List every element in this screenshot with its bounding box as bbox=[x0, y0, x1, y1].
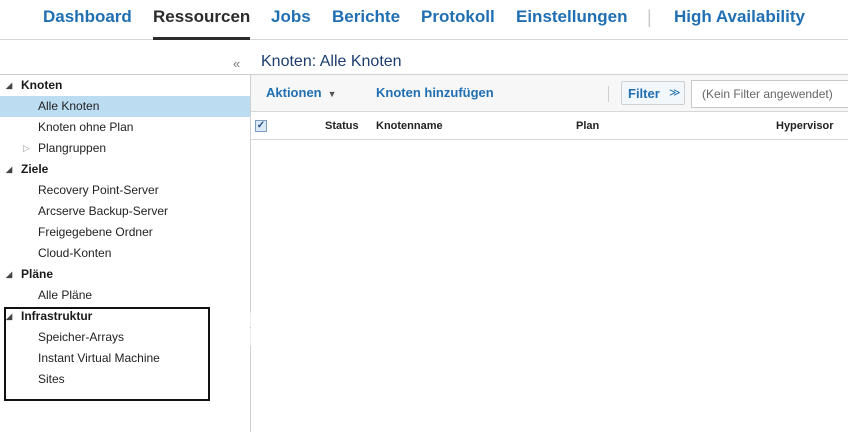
page-title: Knoten: Alle Knoten bbox=[261, 53, 402, 70]
tab-jobs[interactable]: Jobs bbox=[271, 6, 311, 28]
tree-group-label: Pläne bbox=[21, 267, 54, 281]
nav-separator: | bbox=[647, 7, 652, 27]
tab-einstellungen[interactable]: Einstellungen bbox=[516, 6, 627, 28]
column-header-knotenname[interactable]: Knotenname bbox=[376, 120, 443, 132]
sidebar-item-label: Alle Pläne bbox=[38, 288, 93, 302]
expanded-triangle-icon[interactable]: ◢ bbox=[6, 75, 12, 96]
sidebar-item-cloud-konten[interactable]: Cloud-Konten bbox=[0, 243, 250, 264]
add-nodes-button[interactable]: Knoten hinzufügen bbox=[376, 85, 494, 100]
sidebar-item-label: Sites bbox=[38, 372, 65, 386]
sidebar-item-label: Freigegebene Ordner bbox=[38, 225, 153, 239]
tree-group-infrastruktur[interactable]: ◢ Infrastruktur bbox=[0, 306, 250, 327]
sidebar-item-freigegebene-ordner[interactable]: Freigegebene Ordner bbox=[0, 222, 250, 243]
actions-menu-label: Aktionen bbox=[266, 85, 322, 100]
toolbar-divider bbox=[608, 86, 609, 102]
sidebar-item-label: Alle Knoten bbox=[38, 99, 100, 113]
sidebar-item-arcserve-backup-server[interactable]: Arcserve Backup-Server bbox=[0, 201, 250, 222]
toolbar: Aktionen ▼ Knoten hinzufügen Filter ≫ bbox=[251, 74, 848, 112]
collapsed-triangle-icon[interactable]: ▷ bbox=[23, 138, 30, 159]
tab-high-availability[interactable]: High Availability bbox=[674, 6, 805, 28]
sidebar-item-label: Speicher-Arrays bbox=[38, 330, 125, 344]
sidebar-item-recovery-point-server[interactable]: Recovery Point-Server bbox=[0, 180, 250, 201]
top-navigation: Dashboard Ressourcen Jobs Berichte Proto… bbox=[0, 0, 848, 40]
column-header-plan[interactable]: Plan bbox=[576, 120, 599, 132]
sidebar-item-label: Recovery Point-Server bbox=[38, 183, 159, 197]
grid-body bbox=[251, 141, 848, 432]
tab-ressourcen[interactable]: Ressourcen bbox=[153, 6, 251, 40]
tab-protokoll[interactable]: Protokoll bbox=[421, 6, 495, 28]
sidebar-item-instant-virtual-machine[interactable]: Instant Virtual Machine bbox=[0, 348, 250, 369]
expanded-triangle-icon[interactable]: ◢ bbox=[6, 159, 12, 180]
column-header-hypervisor[interactable]: Hypervisor bbox=[776, 120, 833, 132]
sidebar-item-plangruppen[interactable]: ▷ Plangruppen bbox=[0, 138, 250, 159]
filter-input[interactable] bbox=[691, 80, 848, 108]
filter-button[interactable]: Filter ≫ bbox=[621, 81, 685, 105]
grid-header: ✓ Status Knotenname Plan Hypervisor bbox=[251, 113, 848, 140]
sidebar-tree: ◢ Knoten Alle Knoten Knoten ohne Plan ▷ … bbox=[0, 74, 251, 432]
tree-group-plaene[interactable]: ◢ Pläne bbox=[0, 264, 250, 285]
column-header-status[interactable]: Status bbox=[325, 120, 359, 132]
tree-group-label: Knoten bbox=[21, 78, 63, 92]
sidebar-item-label: Arcserve Backup-Server bbox=[38, 204, 169, 218]
double-chevron-down-icon: ≫ bbox=[669, 87, 681, 99]
sidebar-item-knoten-ohne-plan[interactable]: Knoten ohne Plan bbox=[0, 117, 250, 138]
sidebar-item-label: Knoten ohne Plan bbox=[38, 120, 134, 134]
tree-group-ziele[interactable]: ◢ Ziele bbox=[0, 159, 250, 180]
sidebar-item-label: Cloud-Konten bbox=[38, 246, 112, 260]
collapse-sidebar-icon[interactable]: « bbox=[233, 56, 240, 71]
tree-group-knoten[interactable]: ◢ Knoten bbox=[0, 75, 250, 96]
expanded-triangle-icon[interactable]: ◢ bbox=[6, 264, 12, 285]
sidebar-item-label: Instant Virtual Machine bbox=[38, 351, 160, 365]
sidebar-item-alle-plaene[interactable]: Alle Pläne bbox=[0, 285, 250, 306]
caret-down-icon: ▼ bbox=[327, 89, 337, 99]
sidebar-item-speicher-arrays[interactable]: Speicher-Arrays bbox=[0, 327, 250, 348]
filter-button-label: Filter bbox=[628, 86, 660, 101]
select-all-checkbox[interactable]: ✓ bbox=[255, 120, 267, 132]
tree-group-label: Infrastruktur bbox=[21, 309, 93, 323]
tab-berichte[interactable]: Berichte bbox=[332, 6, 400, 28]
sidebar-item-alle-knoten[interactable]: Alle Knoten bbox=[0, 96, 250, 117]
tab-dashboard[interactable]: Dashboard bbox=[43, 6, 132, 28]
expanded-triangle-icon[interactable]: ◢ bbox=[6, 306, 12, 327]
sidebar-item-sites[interactable]: Sites bbox=[0, 369, 250, 390]
tree-group-label: Ziele bbox=[21, 162, 49, 176]
sidebar-item-label: Plangruppen bbox=[38, 141, 107, 155]
actions-menu-button[interactable]: Aktionen ▼ bbox=[266, 85, 337, 100]
